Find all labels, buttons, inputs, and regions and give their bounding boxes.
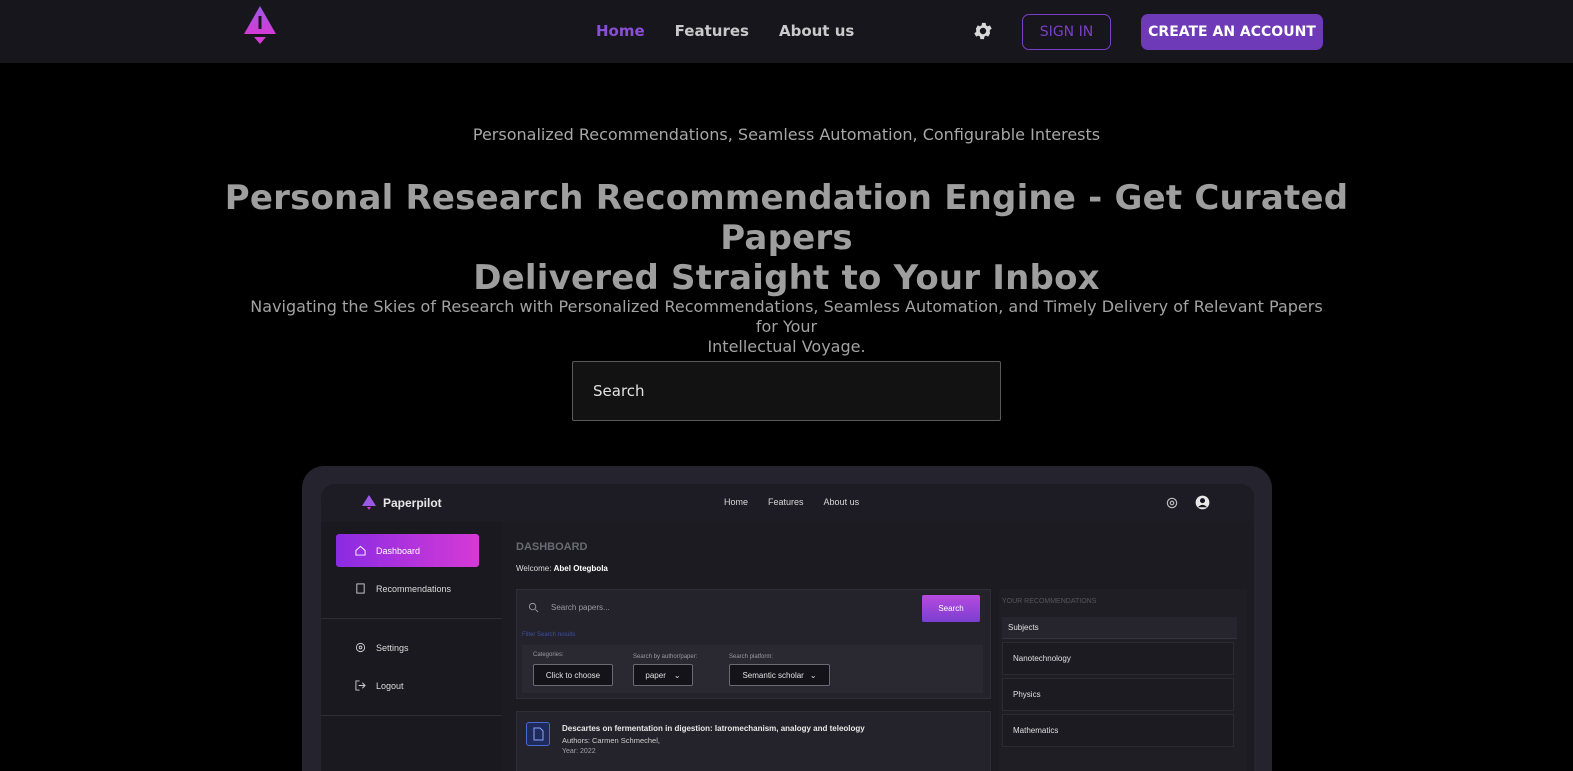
preview-search-icon — [528, 602, 539, 613]
preview-sidebar-divider — [321, 618, 502, 619]
preview-platform-value: Semantic scholar — [742, 670, 804, 680]
logout-icon — [355, 680, 366, 691]
preview-paper-title: Descartes on fermentation in digestion: … — [562, 724, 865, 733]
chevron-down-icon: ⌄ — [809, 670, 817, 680]
preview-sidebar-recommendations: Recommendations — [355, 583, 451, 594]
preview-sidebar-settings-label: Settings — [376, 642, 409, 653]
preview-welcome-name: Abel Otegbola — [553, 564, 608, 573]
preview-categories-label: Categories: — [533, 652, 564, 658]
preview-nav-home: Home — [724, 497, 749, 507]
sign-in-button[interactable]: SIGN IN — [1022, 14, 1111, 50]
preview-platform-select: Semantic scholar ⌄ — [729, 664, 830, 686]
preview-dashboard-title: DASHBOARD — [516, 541, 588, 553]
headline-line-1: Personal Research Recommendation Engine … — [224, 178, 1349, 258]
create-account-button[interactable]: CREATE AN ACCOUNT — [1141, 14, 1323, 50]
preview-filter-link: Filter Search results — [522, 632, 576, 638]
nav-link-home[interactable]: Home — [596, 22, 645, 40]
settings-icon — [355, 642, 366, 653]
nav-link-about[interactable]: About us — [779, 22, 854, 40]
headline-line-2: Delivered Straight to Your Inbox — [473, 258, 1100, 298]
logo-icon[interactable] — [241, 4, 279, 46]
preview-sidebar-settings: Settings — [355, 642, 409, 653]
preview-sidebar-dashboard: Dashboard — [336, 534, 479, 567]
hero-headline: Personal Research Recommendation Engine … — [200, 178, 1373, 298]
preview-user-icon — [1195, 495, 1210, 510]
preview-sidebar-logout-label: Logout — [376, 680, 404, 691]
search-input[interactable] — [572, 361, 1001, 421]
preview-platform-label: Search platform: — [729, 654, 774, 660]
hero-subtext: Navigating the Skies of Research with Pe… — [250, 297, 1323, 357]
preview-subject-row: Physics — [1002, 678, 1234, 711]
preview-navbar: Paperpilot Home Features About us — [321, 484, 1254, 522]
preview-author-value: paper — [645, 670, 666, 680]
preview-subjects-header: Subjects — [1002, 617, 1237, 639]
preview-subject-row: Nanotechnology — [1002, 642, 1234, 675]
preview-search-button: Search — [922, 595, 980, 622]
preview-brand: Paperpilot — [383, 496, 442, 510]
gear-icon[interactable] — [972, 20, 994, 42]
preview-logo-icon — [362, 495, 376, 510]
preview-sidebar-logout: Logout — [355, 680, 404, 691]
preview-subject-row: Mathematics — [1002, 714, 1234, 747]
nav-link-features[interactable]: Features — [675, 22, 749, 40]
preview-paper-authors: Authors: Carmen Schmechel, — [562, 736, 660, 745]
document-icon — [526, 722, 550, 746]
preview-sidebar-recommendations-label: Recommendations — [376, 583, 452, 594]
top-navbar: Home Features About us SIGN IN CREATE AN… — [0, 0, 1573, 63]
chevron-down-icon: ⌄ — [673, 670, 681, 680]
home-icon — [355, 545, 366, 556]
hero-tagline: Personalized Recommendations, Seamless A… — [472, 125, 1101, 144]
preview-welcome: Welcome: Abel Otegbola — [516, 564, 608, 573]
preview-recommendations-title: YOUR RECOMMENDATIONS — [1002, 598, 1097, 605]
preview-gear-icon — [1166, 497, 1178, 509]
preview-nav-about: About us — [823, 497, 860, 507]
preview-welcome-label: Welcome: — [516, 564, 554, 573]
subtext-line-1: Navigating the Skies of Research with Pe… — [250, 297, 1323, 336]
preview-paper-year: Year: 2022 — [562, 748, 596, 755]
book-icon — [356, 583, 365, 594]
preview-categories-select: Click to choose — [533, 664, 613, 686]
preview-search-input: Search papers... — [551, 603, 610, 612]
preview-nav-features: Features — [768, 497, 804, 507]
preview-sidebar-dashboard-label: Dashboard — [376, 545, 421, 556]
preview-author-select: paper ⌄ — [633, 664, 693, 686]
preview-sidebar-divider-2 — [321, 715, 502, 716]
preview-author-label: Search by author/paper: — [633, 654, 698, 660]
subtext-line-2: Intellectual Voyage. — [707, 337, 866, 356]
